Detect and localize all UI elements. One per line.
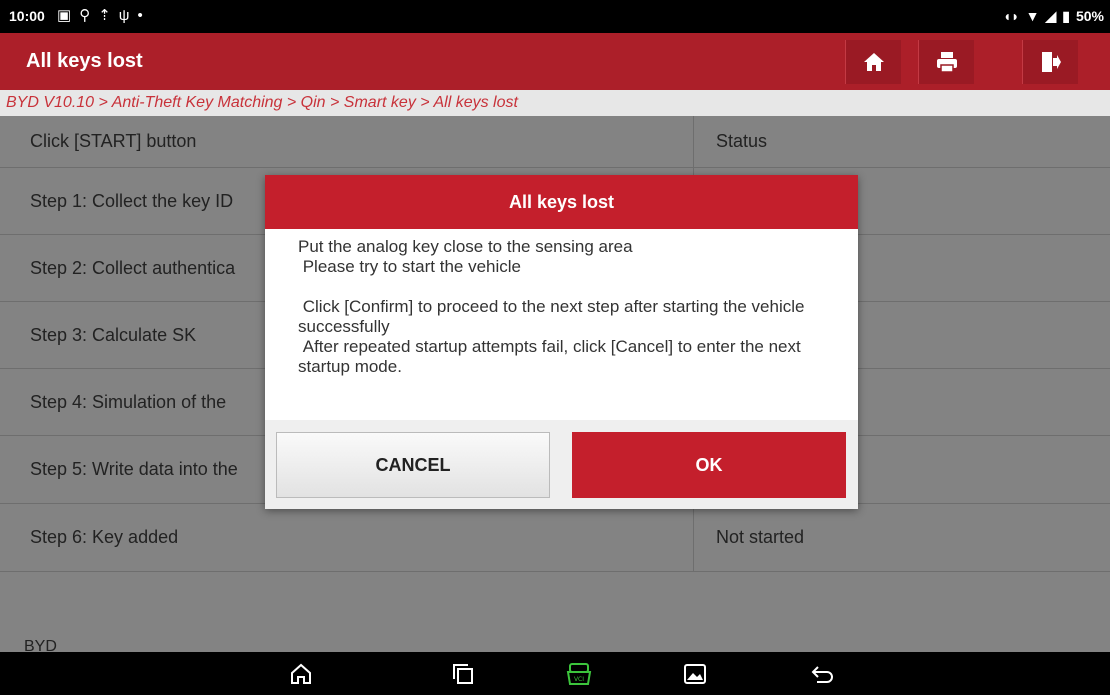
vci-icon: VCI <box>566 663 592 685</box>
nav-recents-button[interactable] <box>448 660 478 688</box>
upload-icon: ⇡ <box>98 7 119 24</box>
dialog-line: Put the analog key close to the sensing … <box>298 237 633 256</box>
exit-button[interactable] <box>1022 40 1078 84</box>
dialog-line: Please try to start the vehicle <box>298 257 521 276</box>
wifi-icon: ▼ <box>1025 8 1040 24</box>
dialog-line: Click [Confirm] to proceed to the next s… <box>298 297 810 336</box>
dialog-message: Put the analog key close to the sensing … <box>265 229 858 420</box>
status-time: 10:00 <box>9 8 45 24</box>
usb-icon: ψ <box>118 7 138 24</box>
title-bar: All keys lost <box>0 33 1110 90</box>
home-icon <box>863 53 884 71</box>
table-row[interactable]: Step 6: Key added Not started <box>0 504 1110 572</box>
battery-icon: ▮ <box>1062 8 1070 24</box>
exit-icon <box>1041 52 1061 72</box>
print-button[interactable] <box>918 40 974 84</box>
svg-text:VCI: VCI <box>574 676 584 683</box>
system-icons: ◖◗ ▼ ◢ ▮ 50% <box>1003 8 1104 25</box>
cancel-button[interactable]: CANCEL <box>276 432 550 498</box>
nav-back-button[interactable] <box>808 660 838 688</box>
page-title: All keys lost <box>26 50 143 72</box>
nav-home-button[interactable] <box>286 660 316 688</box>
home-button[interactable] <box>845 40 901 84</box>
battery-percent: 50% <box>1075 8 1104 24</box>
step-status: Not started <box>693 504 1110 571</box>
home-icon <box>291 663 311 684</box>
nav-vci-button[interactable]: VCI <box>564 660 594 688</box>
dialog-actions: CANCEL OK <box>265 420 858 509</box>
dialog-title: All keys lost <box>265 175 858 229</box>
breadcrumb: BYD V10.10 > Anti-Theft Key Matching > Q… <box>0 90 1110 116</box>
step-label: Step 6: Key added <box>30 527 179 547</box>
location-icon: ⚲ <box>79 7 99 24</box>
status-bar: 10:00 ▣⚲⇡ψ• ◖◗ ▼ ◢ ▮ 50% <box>0 0 1110 33</box>
signal-icon: ◢ <box>1045 8 1057 24</box>
gallery-icon <box>684 664 706 684</box>
column-header-action: Click [START] button <box>30 131 197 151</box>
navigation-bar: VCI <box>0 652 1110 695</box>
nav-gallery-button[interactable] <box>680 660 710 688</box>
vibrate-icon: ◖◗ <box>1002 8 1020 24</box>
back-icon <box>811 666 833 683</box>
ok-button[interactable]: OK <box>572 432 846 498</box>
column-header-status: Status <box>693 116 1110 167</box>
table-header: Click [START] button Status <box>0 116 1110 168</box>
all-keys-lost-dialog: All keys lost Put the analog key close t… <box>265 175 858 509</box>
print-icon <box>936 52 957 73</box>
recents-icon <box>453 664 473 684</box>
notification-icons: ▣⚲⇡ψ• <box>57 6 151 24</box>
dot-icon: • <box>137 7 151 24</box>
dialog-line: After repeated startup attempts fail, cl… <box>298 337 806 376</box>
gallery-icon: ▣ <box>57 7 80 24</box>
